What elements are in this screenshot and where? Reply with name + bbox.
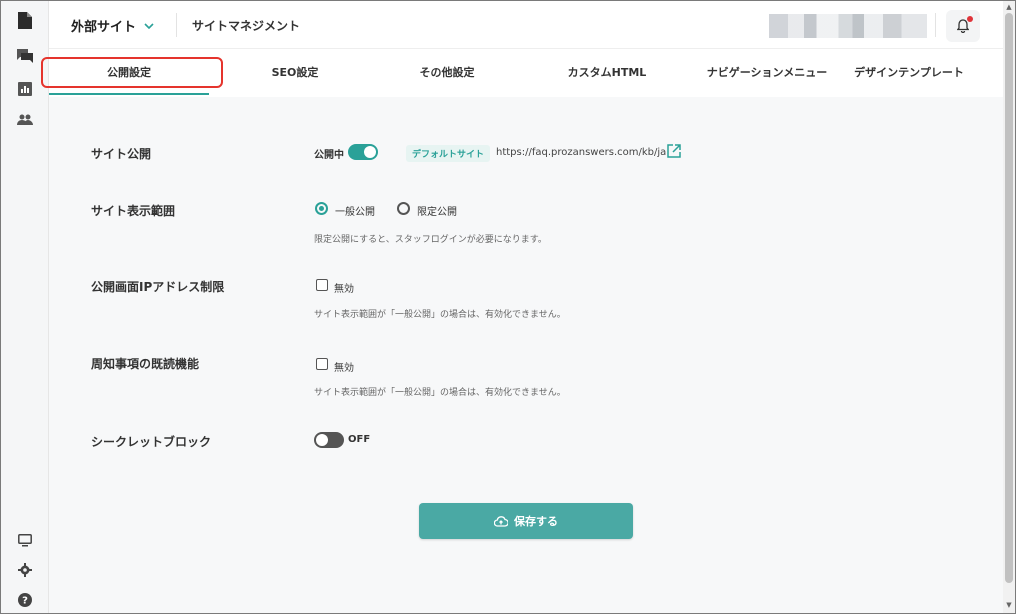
tab-label: カスタムHTML <box>567 66 647 79</box>
save-button-label: 保存する <box>514 515 558 528</box>
chevron-down-icon <box>144 19 154 32</box>
site-selector[interactable]: 外部サイト <box>71 16 154 35</box>
users-icon[interactable] <box>14 109 36 131</box>
display-scope-label: サイト表示範囲 <box>91 204 176 218</box>
scroll-thumb[interactable] <box>1005 13 1013 583</box>
ip-restriction-note: サイト表示範囲が「一般公開」の場合は、有効化できません。 <box>314 310 566 320</box>
secret-block-status: OFF <box>348 434 371 445</box>
tab-label: SEO設定 <box>271 66 319 79</box>
svg-text:?: ? <box>22 596 28 607</box>
tab-publish-settings[interactable]: 公開設定 <box>49 49 209 95</box>
header-divider <box>935 13 936 37</box>
document-icon[interactable] <box>14 9 36 31</box>
read-receipt-checkbox[interactable] <box>316 358 328 370</box>
toggle-knob <box>364 146 376 158</box>
scroll-up-arrow[interactable]: ▲ <box>1005 3 1013 11</box>
tab-seo-settings[interactable]: SEO設定 <box>235 49 355 95</box>
read-receipt-checkbox-label: 無効 <box>334 363 354 374</box>
app-window: ? 外部サイト サイトマネジメント 公開設定 SEO設定 その他設定 カスタムH… <box>0 0 1016 614</box>
tab-label: ナビゲーションメニュー <box>706 66 828 79</box>
top-header: 外部サイト サイトマネジメント <box>49 1 1003 49</box>
secret-block-label: シークレットブロック <box>91 435 212 449</box>
scroll-down-arrow[interactable]: ▼ <box>1005 601 1013 609</box>
analytics-icon[interactable] <box>14 78 36 100</box>
monitor-icon[interactable] <box>14 529 36 551</box>
site-publish-label: サイト公開 <box>91 147 152 161</box>
header-divider <box>176 13 177 37</box>
sidebar: ? <box>1 1 49 613</box>
display-scope-note: 限定公開にすると、スタッフログインが必要になります。 <box>314 235 547 245</box>
blurred-user-info <box>769 14 927 38</box>
settings-panel: サイト公開 公開中 デフォルトサイト https://faq.prozanswe… <box>49 97 1003 613</box>
notification-button[interactable] <box>946 10 980 42</box>
radio-public-label: 一般公開 <box>335 207 375 218</box>
active-tab-underline <box>49 93 209 95</box>
tab-design-template[interactable]: デザインテンプレート <box>839 49 979 95</box>
toggle-knob <box>316 434 328 446</box>
publish-status-text: 公開中 <box>314 150 344 161</box>
read-receipt-note: サイト表示範囲が「一般公開」の場合は、有効化できません。 <box>314 388 566 398</box>
radio-limited[interactable] <box>397 202 410 215</box>
page-title: サイトマネジメント <box>192 19 301 33</box>
radio-public[interactable] <box>315 202 328 215</box>
cloud-upload-icon <box>494 515 508 527</box>
tab-custom-html[interactable]: カスタムHTML <box>547 49 667 95</box>
tab-other-settings[interactable]: その他設定 <box>387 49 507 95</box>
tab-label: その他設定 <box>419 66 475 79</box>
site-selector-label: 外部サイト <box>71 20 137 35</box>
ip-restriction-checkbox-label: 無効 <box>334 284 354 295</box>
scrollbar[interactable]: ▲ ▼ <box>1003 1 1015 613</box>
tab-navigation-menu[interactable]: ナビゲーションメニュー <box>697 49 837 95</box>
help-icon[interactable]: ? <box>14 589 36 611</box>
tab-label: 公開設定 <box>107 66 151 79</box>
radio-limited-label: 限定公開 <box>417 207 457 218</box>
ip-restriction-checkbox[interactable] <box>316 279 328 291</box>
site-url: https://faq.prozanswers.com/kb/ja <box>496 147 667 158</box>
tab-label: デザインテンプレート <box>854 66 964 79</box>
secret-block-toggle[interactable] <box>314 432 344 448</box>
save-button[interactable]: 保存する <box>419 503 633 539</box>
chat-icon[interactable] <box>14 45 36 67</box>
read-receipt-label: 周知事項の既読機能 <box>91 357 200 371</box>
external-link-icon[interactable] <box>667 144 681 158</box>
default-site-badge: デフォルトサイト <box>406 145 491 162</box>
notification-dot <box>967 16 973 22</box>
site-publish-toggle[interactable] <box>348 144 378 160</box>
settings-tabs: 公開設定 SEO設定 その他設定 カスタムHTML ナビゲーションメニュー デザ… <box>41 49 1003 97</box>
ip-restriction-label: 公開画面IPアドレス制限 <box>91 280 225 294</box>
gear-icon[interactable] <box>14 559 36 581</box>
